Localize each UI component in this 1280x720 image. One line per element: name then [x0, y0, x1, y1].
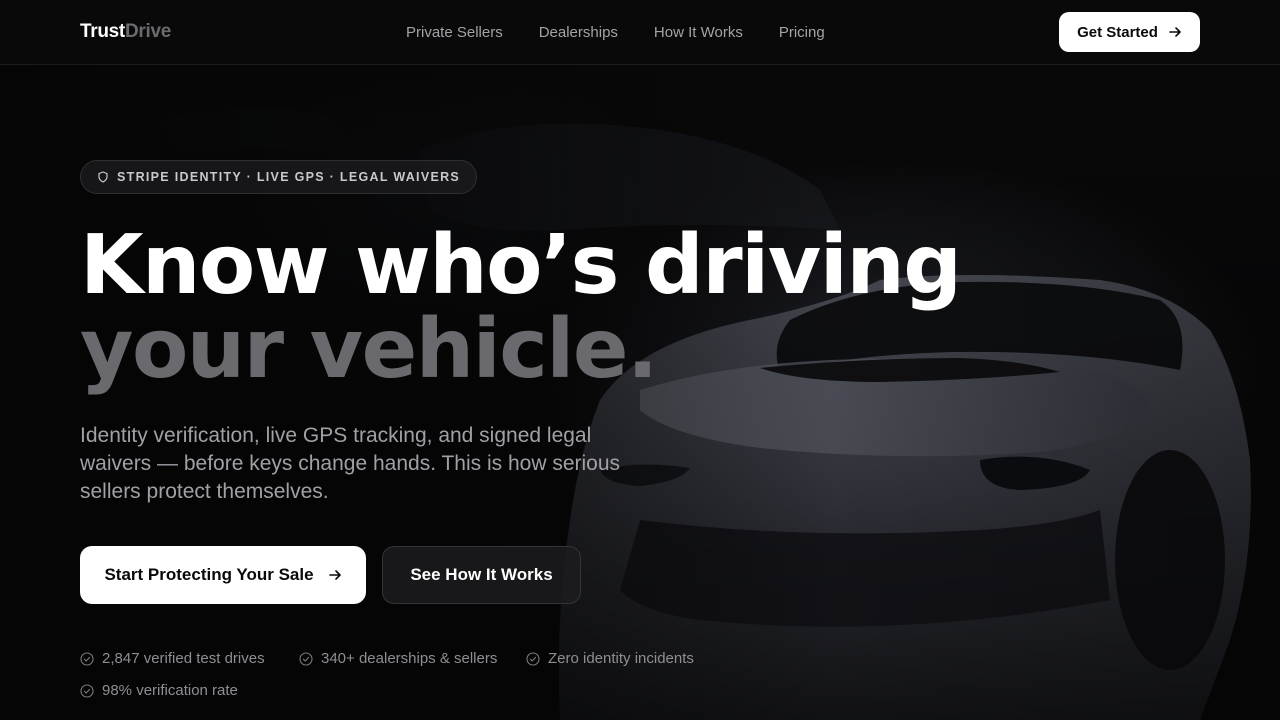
get-started-button[interactable]: Get Started [1059, 12, 1200, 52]
stat-item: Zero identity incidents [526, 650, 694, 667]
stat-item: 2,847 verified test drives [80, 650, 265, 667]
feature-badge-text: STRIPE IDENTITY · LIVE GPS · LEGAL WAIVE… [117, 170, 461, 184]
stat-item: 340+ dealerships & sellers [299, 650, 497, 667]
nav-links: Private Sellers Dealerships How It Works… [406, 0, 825, 64]
shield-icon [98, 171, 108, 183]
brand-logo[interactable]: Trust Drive [80, 21, 171, 43]
arrow-right-icon [1169, 27, 1181, 37]
see-how-it-works-button[interactable]: See How It Works [382, 546, 581, 604]
nav-link-pricing[interactable]: Pricing [779, 24, 825, 41]
hero-subtext: Identity verification, live GPS tracking… [80, 424, 621, 503]
nav-link-dealerships[interactable]: Dealerships [539, 24, 618, 41]
hero-content: STRIPE IDENTITY · LIVE GPS · LEGAL WAIVE… [80, 160, 962, 604]
stat-text: 2,847 verified test drives [102, 650, 265, 667]
headline-line-2: your vehicle. [80, 302, 658, 397]
stat-item: 98% verification rate [80, 682, 238, 699]
check-circle-icon [526, 651, 540, 666]
cta-row: Start Protecting Your Sale See How It Wo… [80, 546, 960, 604]
see-how-it-works-label: See How It Works [410, 565, 553, 584]
navbar: Trust Drive Private Sellers Dealerships H… [0, 0, 1280, 65]
headline-line-1: Know who’s driving [80, 218, 962, 313]
get-started-label: Get Started [1077, 23, 1158, 41]
check-circle-icon [299, 651, 313, 666]
feature-badge: STRIPE IDENTITY · LIVE GPS · LEGAL WAIVE… [80, 160, 478, 194]
nav-link-how-it-works[interactable]: How It Works [654, 24, 743, 41]
stat-text: 98% verification rate [102, 682, 238, 699]
brand-logo-part2: Drive [124, 21, 171, 42]
stat-text: Zero identity incidents [548, 650, 694, 667]
nav-link-private-sellers[interactable]: Private Sellers [406, 24, 503, 41]
start-protecting-label: Start Protecting Your Sale [104, 565, 314, 584]
start-protecting-button[interactable]: Start Protecting Your Sale [80, 546, 366, 604]
check-circle-icon [80, 651, 94, 666]
arrow-right-icon [328, 570, 341, 580]
check-circle-icon [80, 683, 94, 698]
stat-text: 340+ dealerships & sellers [321, 650, 498, 667]
hero-headline: Know who’s driving your vehicle. [80, 218, 962, 397]
brand-logo-part1: Trust [80, 21, 125, 42]
